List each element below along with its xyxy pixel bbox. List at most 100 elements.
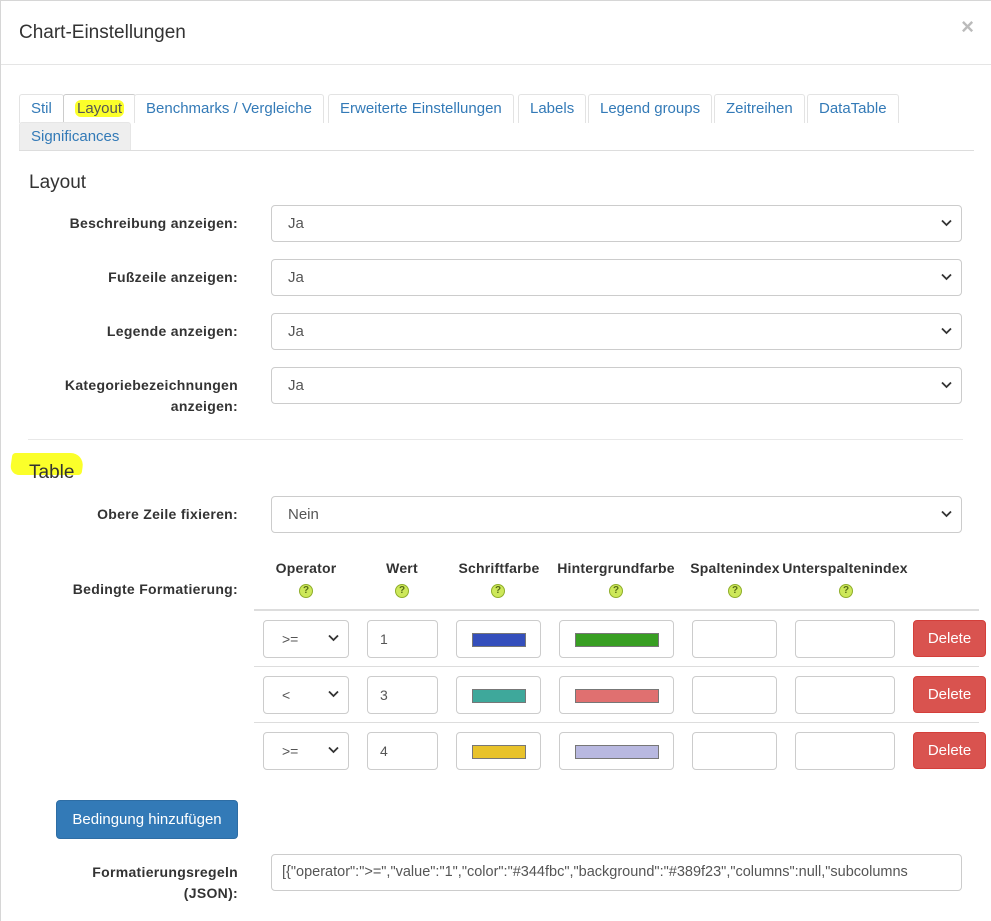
select-value: Ja (288, 269, 304, 286)
modal-title: Chart-Einstellungen (19, 22, 186, 43)
chevron-down-icon (941, 206, 952, 227)
chevron-down-icon (941, 260, 952, 281)
color-swatch (472, 745, 526, 759)
tab-layout[interactable]: Layout (63, 94, 137, 123)
column-header-unterspaltenindex: Unterspaltenindex (782, 560, 908, 576)
column-index-input[interactable] (692, 676, 777, 714)
subcolumn-index-input[interactable] (795, 732, 895, 770)
chevron-down-icon (328, 621, 339, 642)
help-icon[interactable]: ? (299, 584, 313, 598)
tab-label: Stil (31, 100, 52, 117)
help-icon[interactable]: ? (839, 584, 853, 598)
tab-labels[interactable]: Labels (518, 94, 587, 123)
help-icon[interactable]: ? (728, 584, 742, 598)
label-line: anzeigen: (170, 398, 238, 414)
chevron-down-icon (328, 677, 339, 698)
json-rules-input[interactable]: [{"operator":">=","value":"1","color":"#… (271, 854, 962, 891)
background-color-picker[interactable] (559, 676, 674, 714)
tab-label: Zeitreihen (726, 100, 793, 117)
tab-label: Legend groups (600, 100, 701, 117)
tab-legend-groups[interactable]: Legend groups (588, 94, 713, 123)
modal-header: Chart-Einstellungen × (1, 1, 991, 65)
tab-significances[interactable]: Significances (19, 122, 132, 151)
close-icon[interactable]: × (961, 14, 974, 40)
column-header-spaltenindex: Spaltenindex (690, 560, 780, 576)
help-icon[interactable]: ? (395, 584, 409, 598)
select-value: < (282, 687, 291, 703)
field-label-legende: Legende anzeigen: (106, 323, 238, 339)
field-label-formatierungsregeln: Formatierungsregeln (JSON): (28, 862, 238, 904)
select-obere-zeile[interactable]: Nein (271, 496, 962, 533)
tabs-divider (19, 150, 974, 151)
chevron-down-icon (328, 733, 339, 754)
font-color-picker[interactable] (456, 676, 541, 714)
section-divider (28, 439, 963, 440)
section-title-table: Table (29, 462, 75, 483)
value-input[interactable]: 3 (367, 676, 438, 714)
column-header-operator: Operator (275, 560, 337, 576)
column-header-wert: Wert (386, 560, 418, 576)
color-swatch (575, 689, 659, 703)
help-icon[interactable]: ? (609, 584, 623, 598)
chevron-down-icon (941, 497, 952, 518)
select-beschreibung[interactable]: Ja (271, 205, 962, 242)
color-swatch (575, 633, 659, 647)
chevron-down-icon (941, 314, 952, 335)
chevron-down-icon (941, 368, 952, 389)
field-label-kategoriebezeichnungen: Kategoriebezeichnungen anzeigen: (28, 375, 238, 417)
select-value: Ja (288, 323, 304, 340)
value-input[interactable]: 4 (367, 732, 438, 770)
tab-label: DataTable (819, 100, 887, 117)
color-swatch (472, 689, 526, 703)
select-value: Ja (288, 377, 304, 394)
tab-label: Significances (31, 128, 120, 145)
field-label-beschreibung: Beschreibung anzeigen: (69, 215, 238, 231)
delete-button[interactable]: Delete (913, 732, 986, 769)
font-color-picker[interactable] (456, 620, 541, 658)
column-index-input[interactable] (692, 620, 777, 658)
select-value: >= (282, 631, 299, 647)
add-condition-button[interactable]: Bedingung hinzufügen (56, 800, 238, 839)
select-kategoriebezeichnungen[interactable]: Ja (271, 367, 962, 404)
field-label-obere-zeile: Obere Zeile fixieren: (97, 506, 238, 522)
chart-settings-modal: Chart-Einstellungen × Stil Layout Benchm… (0, 0, 991, 921)
operator-select[interactable]: < (263, 676, 349, 714)
tab-erweiterte-einstellungen[interactable]: Erweiterte Einstellungen (328, 94, 514, 123)
select-value: Ja (288, 215, 304, 232)
row-divider (254, 666, 979, 667)
select-value: >= (282, 743, 299, 759)
column-index-input[interactable] (692, 732, 777, 770)
field-label-bedingte-formatierung: Bedingte Formatierung: (72, 581, 238, 597)
column-header-schriftfarbe: Schriftfarbe (458, 560, 540, 576)
operator-select[interactable]: >= (263, 732, 349, 770)
tab-zeitreihen[interactable]: Zeitreihen (714, 94, 805, 123)
tab-label: Labels (530, 100, 575, 117)
delete-button[interactable]: Delete (913, 676, 986, 713)
select-value: Nein (288, 506, 319, 523)
help-icon[interactable]: ? (491, 584, 505, 598)
select-fusszeile[interactable]: Ja (271, 259, 962, 296)
value-input[interactable]: 1 (367, 620, 438, 658)
table-header-divider (254, 609, 979, 611)
column-header-hintergrundfarbe: Hintergrundfarbe (557, 560, 675, 576)
operator-select[interactable]: >= (263, 620, 349, 658)
subcolumn-index-input[interactable] (795, 676, 895, 714)
label-line: (JSON): (183, 885, 238, 901)
select-legende[interactable]: Ja (271, 313, 962, 350)
label-line: Kategoriebezeichnungen (64, 377, 238, 393)
color-swatch (472, 633, 526, 647)
tab-benchmarks[interactable]: Benchmarks / Vergleiche (134, 94, 324, 123)
font-color-picker[interactable] (456, 732, 541, 770)
subcolumn-index-input[interactable] (795, 620, 895, 658)
tab-datatable[interactable]: DataTable (807, 94, 899, 123)
field-label-fusszeile: Fußzeile anzeigen: (108, 269, 238, 285)
tab-stil[interactable]: Stil (19, 94, 64, 123)
section-title-layout: Layout (29, 172, 87, 193)
background-color-picker[interactable] (559, 620, 674, 658)
color-swatch (575, 745, 659, 759)
background-color-picker[interactable] (559, 732, 674, 770)
delete-button[interactable]: Delete (913, 620, 986, 657)
tab-label: Erweiterte Einstellungen (340, 100, 502, 117)
tab-label: Benchmarks / Vergleiche (146, 100, 312, 117)
tab-label: Layout (75, 100, 125, 117)
